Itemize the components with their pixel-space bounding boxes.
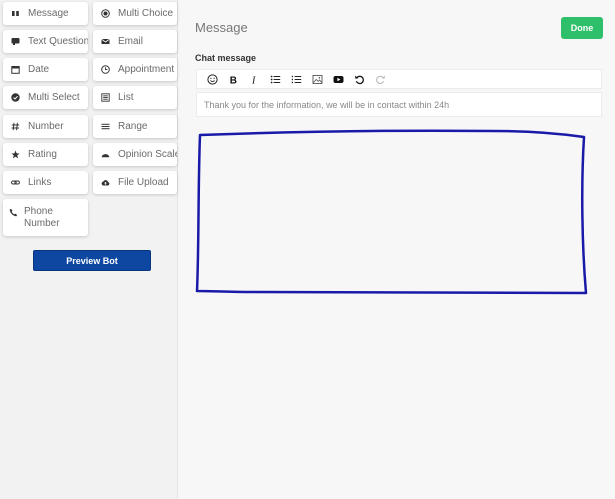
tile-links[interactable]: Links (3, 171, 88, 194)
italic-icon[interactable]: I (244, 70, 265, 88)
bold-icon[interactable]: B (223, 70, 244, 88)
undo-icon[interactable] (349, 70, 370, 88)
list-icon (101, 93, 110, 102)
preview-bot-button[interactable]: Preview Bot (33, 250, 151, 271)
message-editor-panel: Message Done Chat message B I Thank you … (178, 0, 615, 499)
tile-label: File Upload (118, 177, 169, 188)
redo-icon[interactable] (370, 70, 391, 88)
hash-icon (11, 122, 20, 131)
numbered-list-icon[interactable] (286, 70, 307, 88)
tile-file-upload[interactable]: File Upload (93, 171, 177, 194)
tile-appointment[interactable]: Appointment (93, 58, 177, 81)
star-icon (11, 150, 20, 159)
tile-rating[interactable]: Rating (3, 143, 88, 166)
bars-icon (101, 122, 110, 131)
tile-text-question[interactable]: Text Question (3, 30, 88, 53)
done-button[interactable]: Done (561, 17, 603, 39)
tile-label: Text Question (28, 36, 88, 47)
tile-phone-number[interactable]: Phone Number (3, 199, 88, 236)
tile-label: Phone Number (24, 206, 60, 229)
radio-icon (101, 9, 110, 18)
tile-label: Multi Select (28, 92, 80, 103)
tile-multi-select[interactable]: Multi Select (3, 86, 88, 109)
tile-range[interactable]: Range (93, 115, 177, 138)
youtube-icon[interactable] (328, 70, 349, 88)
tile-message[interactable]: Message (3, 2, 88, 25)
tile-label: Date (28, 64, 50, 75)
tile-label: Message (28, 8, 69, 19)
tile-label: Number (28, 121, 64, 132)
tile-email[interactable]: Email (93, 30, 177, 53)
annotation-rectangle (195, 129, 588, 295)
tile-label: Rating (28, 149, 57, 160)
svg-text:I: I (251, 75, 256, 85)
tile-label: Email (118, 36, 144, 47)
emoji-icon[interactable] (202, 70, 223, 88)
tile-multi-choice[interactable]: Multi Choice (93, 2, 177, 25)
tile-number[interactable]: Number (3, 115, 88, 138)
tile-date[interactable]: Date (3, 58, 88, 81)
tile-label: Range (118, 121, 148, 132)
bullet-list-icon[interactable] (265, 70, 286, 88)
chat-icon (11, 37, 20, 46)
gauge-icon (101, 150, 110, 159)
phone-icon (9, 208, 18, 217)
envelope-icon (101, 37, 110, 46)
calendar-icon (11, 65, 20, 74)
message-text: Thank you for the information, we will b… (204, 99, 450, 110)
svg-text:B: B (230, 75, 237, 85)
cloud-upload-icon (101, 178, 110, 187)
check-circle-icon (11, 93, 20, 102)
tile-label: Opinion Scale (118, 149, 177, 160)
tile-list[interactable]: List (93, 86, 177, 109)
clock-icon (101, 65, 110, 74)
question-type-sidebar: Message Multi Choice Text Question Email… (0, 0, 178, 499)
panel-title: Message (195, 20, 248, 35)
image-icon[interactable] (307, 70, 328, 88)
link-icon (11, 178, 20, 187)
tile-label: Multi Choice (118, 8, 174, 19)
quote-icon (11, 9, 20, 18)
rich-text-toolbar: B I (196, 69, 602, 89)
tile-label: Links (28, 177, 52, 188)
tile-opinion-scale[interactable]: Opinion Scale (93, 143, 177, 166)
tile-label: List (118, 92, 134, 103)
tile-label: Appointment (118, 64, 175, 75)
chat-message-label: Chat message (195, 53, 257, 63)
chat-message-editor[interactable]: Thank you for the information, we will b… (196, 92, 602, 117)
